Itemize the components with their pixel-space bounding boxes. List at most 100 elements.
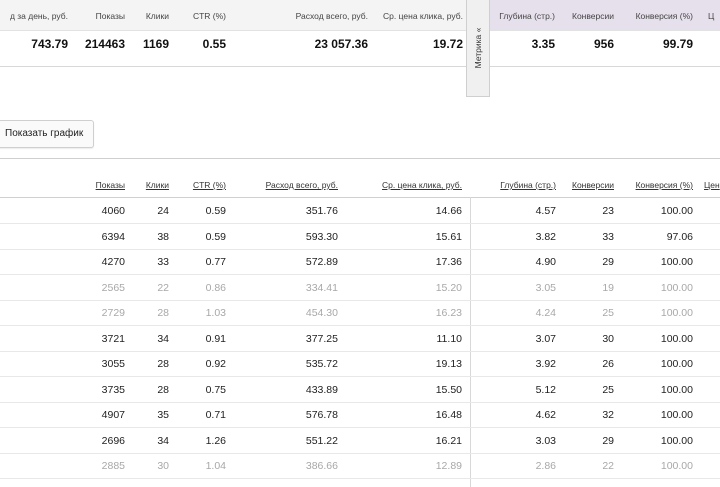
- summary-value-clicks: 1169: [142, 37, 169, 51]
- table-row: 2885 30 1.04 386.66 12.89 2.86 22 100.00: [0, 453, 720, 479]
- cell-impressions: 2729: [101, 307, 125, 319]
- cell-ctr: 0.91: [205, 332, 226, 345]
- table-row: 3735 28 0.75 433.89 15.50 5.12 25 100.00: [0, 377, 720, 403]
- table-row: 2696 34 1.26 551.22 16.21 3.03 29 100.00: [0, 428, 720, 454]
- cell-total-spend: 454.30: [305, 307, 338, 319]
- cell-impressions: 3055: [101, 358, 125, 370]
- summary-value-ctr: 0.55: [202, 37, 226, 51]
- table-row: 3721 34 0.91 377.25 11.10 3.07 30 100.00: [0, 326, 720, 352]
- cell-conversions: 32: [602, 409, 614, 421]
- detail-header-depth[interactable]: Глубина (стр.): [500, 180, 556, 190]
- cell-avg-cpc: 15.50: [435, 383, 462, 396]
- cell-conversion-rate: 100.00: [660, 256, 693, 268]
- cell-ctr: 0.59: [205, 230, 226, 243]
- summary-header-total-spend: Расход всего, руб.: [295, 11, 368, 21]
- summary-header-conversion-rate: Конверсия (%): [635, 11, 693, 21]
- cell-conversions: 25: [602, 307, 614, 319]
- summary-header-partial: Ц: [708, 11, 715, 21]
- cell-clicks: 33: [157, 256, 169, 268]
- cell-conversions: 23: [602, 205, 614, 217]
- cell-impressions: 2885: [101, 460, 125, 472]
- cell-total-spend: 576.78: [305, 409, 338, 421]
- cell-avg-cpc: 16.21: [435, 434, 462, 447]
- cell-avg-cpc: 17.36: [435, 256, 462, 268]
- cell-ctr: 1.04: [205, 460, 226, 472]
- cell-avg-cpc: 14.66: [435, 205, 462, 217]
- cell-conversion-rate: 100.00: [660, 332, 693, 345]
- cell-conversion-rate: 100.00: [660, 409, 693, 421]
- cell-clicks: 34: [157, 434, 169, 447]
- cell-clicks: 28: [157, 358, 169, 370]
- cell-ctr: 1.26: [205, 434, 226, 447]
- cell-total-spend: 351.76: [305, 205, 338, 217]
- cell-clicks: 38: [157, 230, 169, 243]
- cell-conversions: 29: [602, 256, 614, 268]
- show-chart-button[interactable]: Показать график: [0, 120, 95, 148]
- cell-conversion-rate: 100.00: [660, 460, 693, 472]
- cell-impressions: 2696: [101, 434, 125, 447]
- cell-total-spend: 535.72: [305, 358, 338, 370]
- cell-impressions: 2565: [101, 281, 125, 294]
- metrika-toggle-tab[interactable]: Метрика «: [466, 0, 490, 97]
- cell-depth: 3.03: [535, 434, 556, 447]
- detail-header-impressions[interactable]: Показы: [96, 180, 125, 190]
- summary-header-daily-spend: д за день, руб.: [9, 11, 68, 21]
- cell-depth: 3.07: [535, 332, 556, 345]
- detail-header-avg-cpc[interactable]: Ср. цена клика, руб.: [382, 180, 462, 190]
- detail-header-ctr[interactable]: CTR (%): [193, 180, 226, 190]
- summary-header-depth: Глубина (стр.): [499, 11, 555, 21]
- cell-ctr: 0.71: [205, 409, 226, 421]
- section-divider: [0, 158, 720, 159]
- cell-conversion-rate: 100.00: [660, 358, 693, 370]
- cell-ctr: 0.86: [205, 281, 226, 294]
- cell-conversion-rate: 100.00: [660, 383, 693, 396]
- summary-value-depth: 3.35: [531, 37, 555, 51]
- cell-impressions: 3721: [101, 332, 125, 345]
- cell-total-spend: 377.25: [305, 332, 338, 345]
- cell-total-spend: 593.30: [305, 230, 338, 243]
- cell-total-spend: 433.89: [305, 383, 338, 396]
- cell-clicks: 28: [157, 383, 169, 396]
- cell-clicks: 24: [157, 205, 169, 217]
- cell-total-spend: 551.22: [305, 434, 338, 447]
- cell-conversions: 33: [602, 230, 614, 243]
- summary-value-daily-spend: 743.79: [31, 37, 68, 51]
- summary-header-ctr: CTR (%): [192, 11, 226, 21]
- cell-avg-cpc: 19.13: [435, 358, 462, 370]
- cell-conversions: 22: [602, 460, 614, 472]
- table-row: 4060 24 0.59 351.76 14.66 4.57 23 100.00: [0, 198, 720, 224]
- cell-total-spend: 572.89: [305, 256, 338, 268]
- cell-impressions: 4270: [101, 256, 125, 268]
- cell-impressions: 4060: [101, 205, 125, 217]
- cell-depth: 4.57: [535, 205, 556, 217]
- detail-header-conversions[interactable]: Конверсии: [572, 180, 614, 190]
- summary-table: д за день, руб. Показы Клики CTR (%) Рас…: [0, 0, 720, 67]
- detail-header-conversion-rate[interactable]: Конверсия (%): [636, 180, 693, 190]
- cell-depth: 3.82: [535, 230, 556, 243]
- detail-header-total-spend[interactable]: Расход всего, руб.: [266, 180, 338, 190]
- cell-clicks: 28: [157, 307, 169, 319]
- table-row: 4907 35 0.71 576.78 16.48 4.62 32 100.00: [0, 402, 720, 428]
- cell-depth: 4.90: [535, 256, 556, 268]
- cell-clicks: 22: [157, 281, 169, 294]
- table-row: 2729 28 1.03 454.30 16.23 4.24 25 100.00: [0, 300, 720, 326]
- cell-impressions: 3735: [101, 383, 125, 396]
- summary-value-impressions: 214463: [84, 37, 125, 51]
- detail-header-partial[interactable]: Цен: [704, 180, 720, 190]
- cell-total-spend: 386.66: [305, 460, 338, 472]
- cell-conversion-rate: 100.00: [660, 205, 693, 217]
- cell-impressions: 6394: [101, 230, 125, 243]
- cell-depth: 4.24: [535, 307, 556, 319]
- cell-avg-cpc: 16.23: [435, 307, 462, 319]
- cell-conversions: 30: [602, 332, 614, 345]
- cell-ctr: 0.92: [205, 358, 226, 370]
- cell-avg-cpc: 11.10: [436, 332, 463, 345]
- table-row: 2565 22 0.86 334.41 15.20 3.05 19 100.00: [0, 275, 720, 301]
- cell-depth: 3.92: [535, 358, 556, 370]
- table-row: 6394 38 0.59 593.30 15.61 3.82 33 97.06: [0, 224, 720, 250]
- cell-clicks: 34: [157, 332, 169, 345]
- cell-depth: 2.86: [535, 460, 556, 472]
- table-row: 4270 33 0.77 572.89 17.36 4.90 29 100.00: [0, 249, 720, 275]
- detail-table: Показы Клики CTR (%) Расход всего, руб. …: [0, 172, 720, 487]
- detail-header-clicks[interactable]: Клики: [146, 180, 169, 190]
